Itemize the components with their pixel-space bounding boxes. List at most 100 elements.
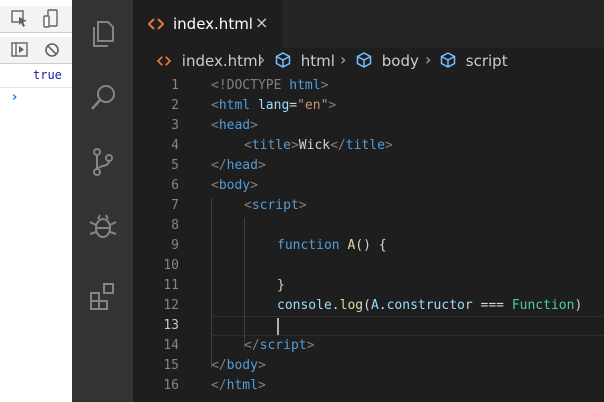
- token: >: [298, 198, 307, 213]
- token: >: [320, 78, 329, 93]
- token: >: [306, 338, 315, 353]
- token: >: [328, 98, 337, 113]
- token: script: [259, 338, 307, 353]
- code-line: <body>: [211, 178, 258, 193]
- line-number: 4: [171, 138, 179, 153]
- devtools-toolbar: [0, 6, 72, 33]
- code-line: }: [277, 278, 285, 293]
- code-line: <script>: [244, 198, 307, 213]
- line-number: 6: [171, 178, 179, 193]
- token: html: [226, 378, 258, 393]
- indent-guide: [211, 198, 212, 368]
- device-toolbar-icon[interactable]: [42, 9, 62, 29]
- editor: index.html × index.html › html › body › …: [133, 0, 604, 402]
- token: A: [339, 238, 356, 253]
- breadcrumb-label: index.html: [181, 52, 262, 70]
- token: >: [257, 158, 266, 173]
- code-area[interactable]: 1 2 3 4 5 6 7 8 9 10 11 12 13 14 15 16 <…: [133, 74, 604, 402]
- token: </: [211, 358, 227, 373]
- breadcrumb-separator: ›: [425, 50, 432, 69]
- activity-bar: [72, 0, 133, 402]
- console-toolbar: [0, 37, 72, 64]
- console-output-value: true: [33, 68, 62, 82]
- token: <: [211, 98, 219, 113]
- token: body: [218, 178, 251, 193]
- tab-bar: index.html ×: [133, 0, 604, 48]
- token: <: [211, 178, 219, 193]
- breadcrumb-label: script: [465, 52, 508, 70]
- html-file-icon: [147, 16, 165, 30]
- token: () {: [355, 238, 387, 253]
- token: title: [251, 138, 291, 153]
- line-number: 1: [171, 78, 179, 93]
- clear-console-icon[interactable]: [42, 40, 62, 60]
- explorer-icon[interactable]: [87, 18, 119, 50]
- code-line: console.log(A.constructor === Function): [277, 298, 582, 313]
- devtools-panel: true ›: [0, 0, 73, 402]
- line-number: 8: [171, 218, 179, 233]
- token: =: [289, 98, 298, 113]
- breadcrumb-body[interactable]: body: [356, 52, 419, 70]
- breadcrumb-html[interactable]: html: [275, 52, 335, 70]
- line-number: 16: [163, 378, 179, 393]
- token: </: [211, 378, 227, 393]
- cube-icon: [356, 52, 372, 68]
- search-icon[interactable]: [87, 82, 119, 114]
- breadcrumb-file[interactable]: index.html: [156, 52, 262, 70]
- token: log: [339, 298, 364, 313]
- close-icon[interactable]: ×: [255, 13, 268, 32]
- token: Wick: [298, 138, 331, 153]
- sidebar-toggle-icon[interactable]: [10, 40, 30, 60]
- code-line: </body>: [211, 358, 266, 373]
- token: head: [226, 158, 258, 173]
- token: <: [244, 138, 252, 153]
- line-number: 14: [163, 338, 179, 353]
- token: html: [281, 78, 321, 93]
- breadcrumb-label: body: [381, 52, 419, 70]
- token: console: [277, 298, 332, 313]
- code-line: </html>: [211, 378, 266, 393]
- breadcrumb-script[interactable]: script: [440, 52, 508, 70]
- token: >: [250, 118, 258, 133]
- line-number: 3: [171, 118, 179, 133]
- line-number: 11: [163, 278, 179, 293]
- token: title: [345, 138, 385, 153]
- token: function: [277, 238, 340, 253]
- code-line: </script>: [244, 338, 314, 353]
- code-line: <title>Wick</title>: [244, 138, 393, 153]
- tab-label: index.html: [173, 15, 253, 33]
- token: head: [218, 118, 251, 133]
- source-control-icon[interactable]: [87, 146, 119, 178]
- html-file-icon: [156, 56, 172, 66]
- token: >: [250, 178, 258, 193]
- console-divider: [0, 87, 72, 88]
- tab-index-html[interactable]: index.html ×: [133, 0, 282, 48]
- breadcrumb-separator: ›: [259, 50, 266, 69]
- breadcrumb-separator: ›: [340, 50, 347, 69]
- token: >: [290, 138, 299, 153]
- line-number: 5: [171, 158, 179, 173]
- breadcrumb: index.html › html › body › script: [133, 48, 604, 74]
- token: .: [331, 298, 340, 313]
- debug-icon[interactable]: [87, 210, 119, 242]
- token: <: [211, 118, 219, 133]
- token: "en": [297, 98, 329, 113]
- line-number: 15: [163, 358, 179, 373]
- token: (: [363, 298, 371, 313]
- code-line: <html lang="en">: [211, 98, 336, 113]
- token: }: [277, 278, 285, 293]
- code-line: function A() {: [277, 238, 387, 253]
- text-cursor: [277, 318, 279, 335]
- console-prompt[interactable]: ›: [12, 90, 17, 105]
- token: </: [330, 138, 346, 153]
- current-line-highlight: [211, 316, 604, 336]
- line-number: 2: [171, 98, 179, 113]
- code-line: <!DOCTYPE html>: [211, 78, 328, 93]
- token: .: [378, 298, 387, 313]
- inspect-element-icon[interactable]: [10, 9, 30, 29]
- token: >: [257, 358, 266, 373]
- line-number: 12: [163, 298, 179, 313]
- cube-icon: [440, 52, 456, 68]
- extensions-icon[interactable]: [87, 280, 119, 312]
- token: <!DOCTYPE: [211, 78, 282, 93]
